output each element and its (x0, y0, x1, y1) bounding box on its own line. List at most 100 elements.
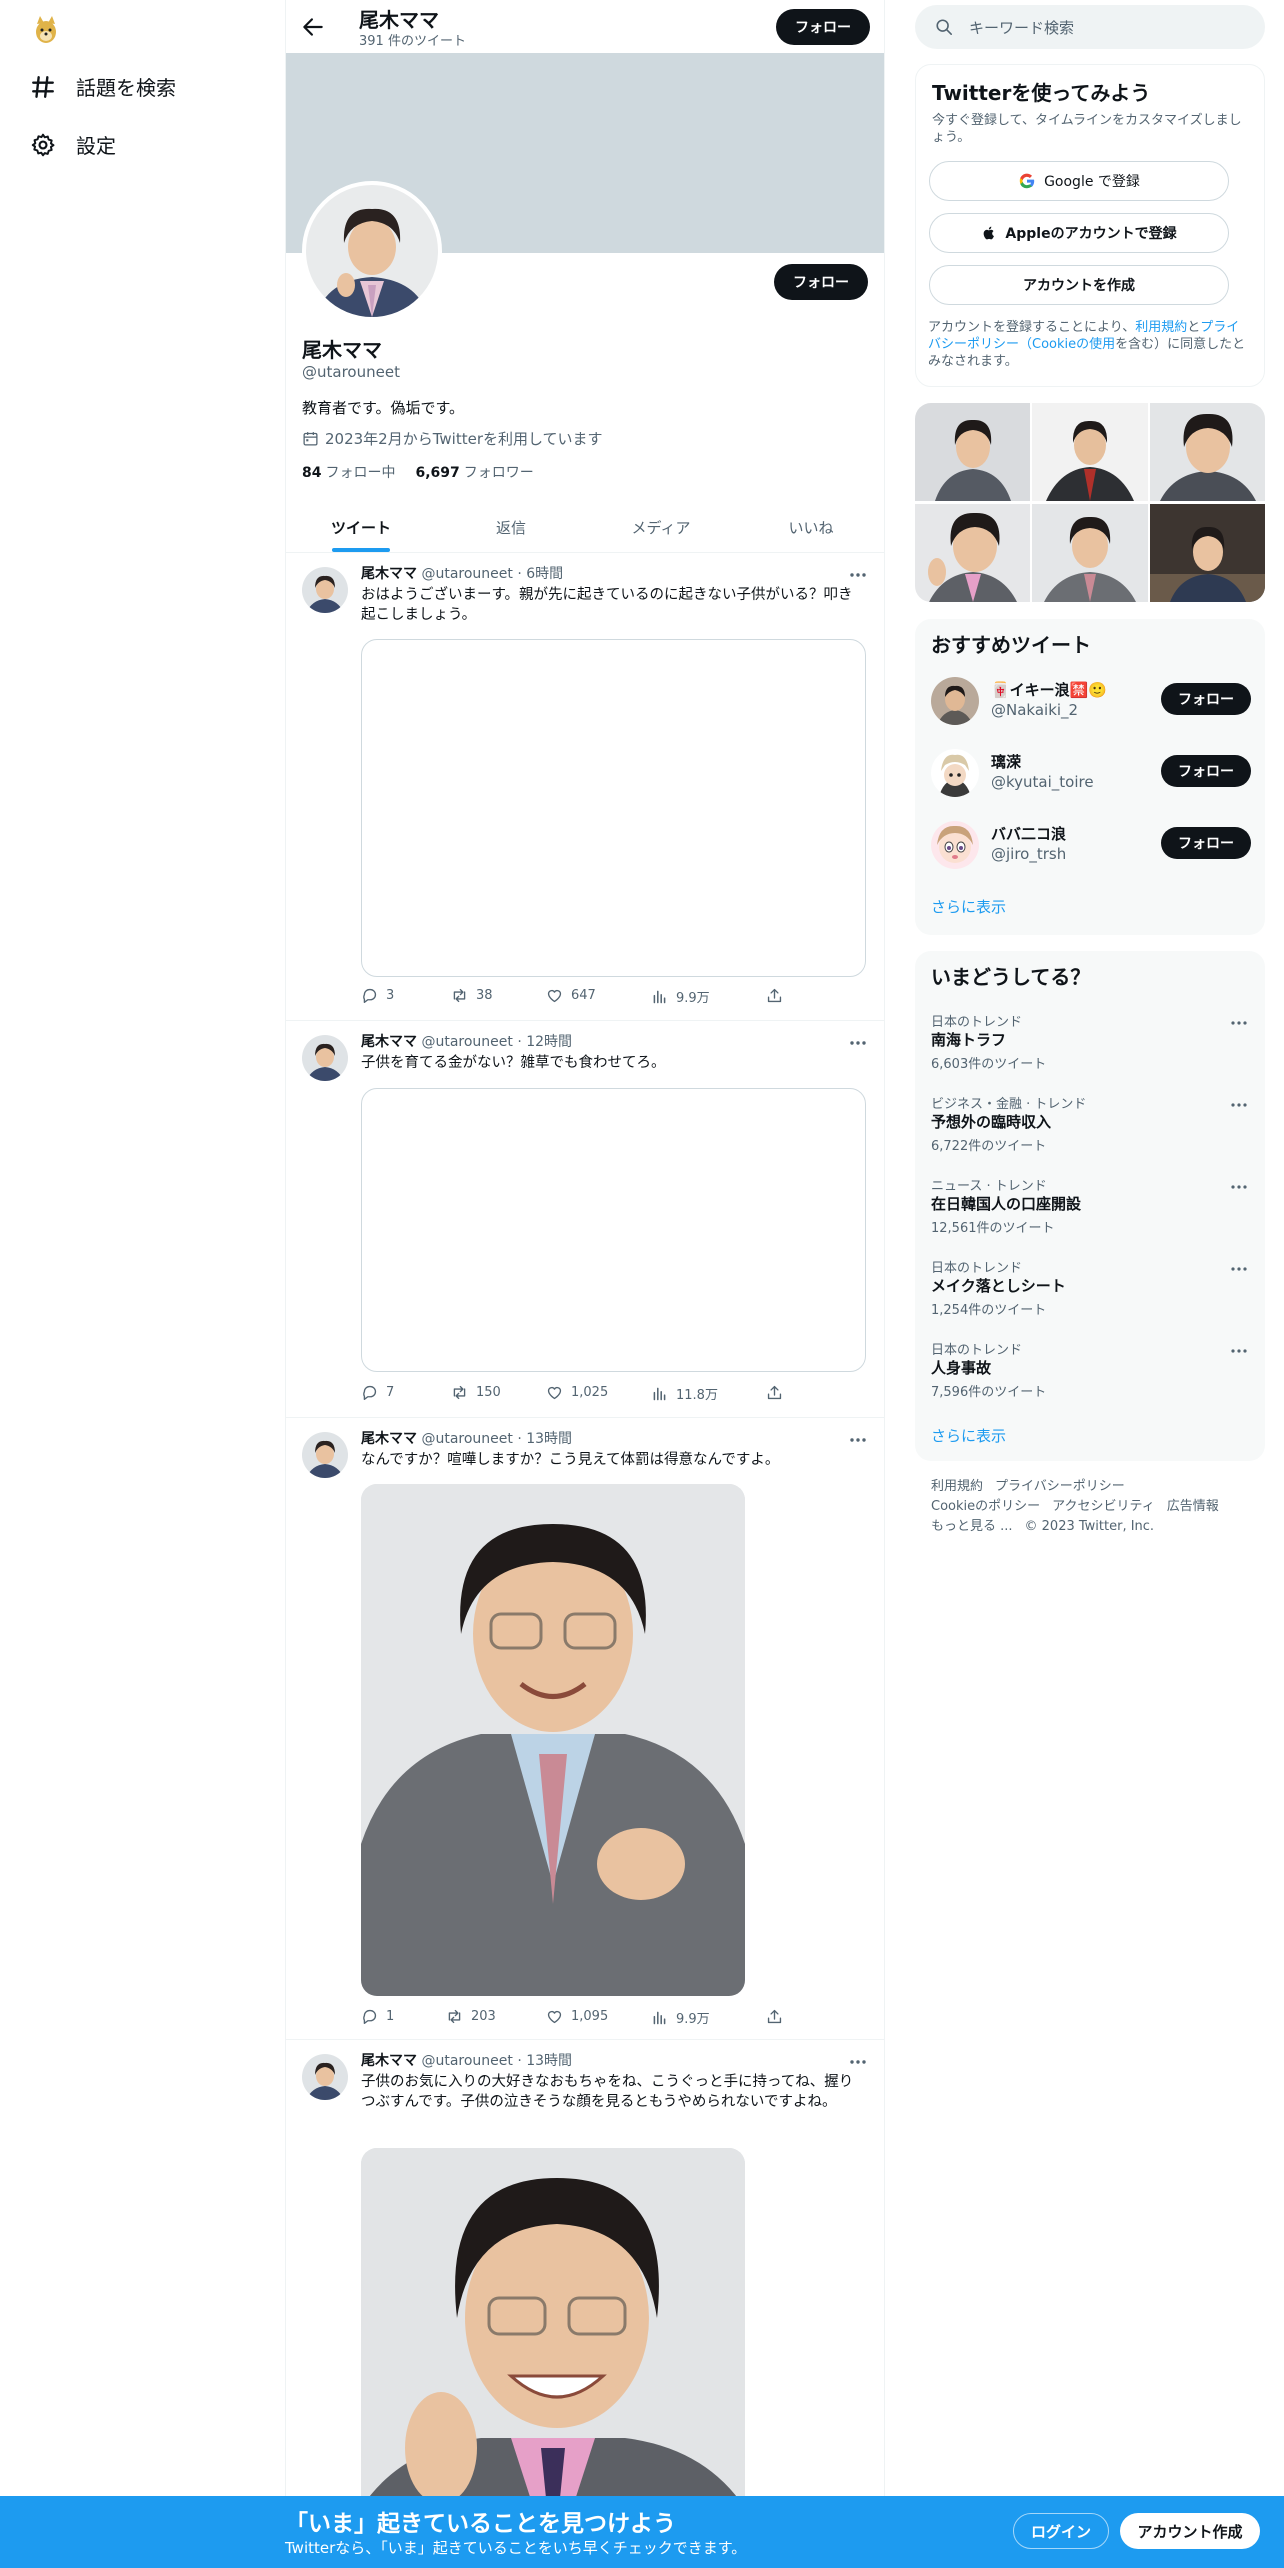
tweet[interactable]: 尾木ママ @utarouneet · 13時間 子供のお気に入りの大好きなおもち… (286, 2040, 884, 2568)
tweet[interactable]: 尾木ママ @utarouneet · 13時間 なんですか？喧嘩しますか？こう見… (286, 1418, 884, 2040)
views-button[interactable]: 9.9万 (651, 2008, 710, 2027)
footer-cookie-link[interactable]: Cookieのポリシー (931, 1499, 1040, 1514)
footer-terms-link[interactable]: 利用規約 (931, 1479, 983, 1494)
tweet-author-name[interactable]: 尾木ママ (361, 1034, 417, 1050)
tweet-header: 尾木ママ @utarouneet · 12時間 (361, 1031, 572, 1051)
more-options-icon[interactable] (848, 1033, 868, 1053)
tweet[interactable]: 尾木ママ @utarouneet · 6時間 おはようございまーす。親が先に起き… (286, 553, 884, 1021)
retweet-button[interactable]: 150 (451, 1384, 501, 1401)
tab-replies[interactable]: 返信 (436, 503, 586, 552)
tweet-photo[interactable] (361, 1484, 745, 1996)
tweet-author-name[interactable]: 尾木ママ (361, 566, 417, 582)
suggestion-follow-button[interactable]: フォロー (1161, 683, 1251, 715)
trend-item[interactable]: 日本のトレンド メイク落としシート 1,254件のツイート (931, 1257, 1249, 1337)
footer-ads-link[interactable]: 広告情報 (1167, 1499, 1219, 1514)
more-options-icon[interactable] (848, 1430, 868, 1450)
tweet-time[interactable]: 12時間 (526, 1034, 572, 1050)
footer-more-link[interactable]: もっと見る ... (931, 1519, 1013, 1534)
media-thumbnail[interactable] (1032, 503, 1148, 603)
back-arrow-icon[interactable] (300, 14, 326, 40)
tweet-media[interactable] (361, 1088, 866, 1372)
signup-button[interactable]: アカウント作成 (1120, 2513, 1260, 2549)
header-follow-button[interactable]: フォロー (776, 9, 870, 45)
follow-suggestion[interactable]: 璃溁 @kyutai_toire フォロー (931, 745, 1251, 801)
share-button[interactable] (766, 1384, 783, 1401)
reply-button[interactable]: 1 (361, 2008, 394, 2025)
reply-button[interactable]: 7 (361, 1384, 394, 1401)
retweet-button[interactable]: 203 (446, 2008, 496, 2025)
retweet-button[interactable]: 38 (451, 987, 493, 1004)
follow-suggestion[interactable]: ババ二コ浪 @jiro_trsh フォロー (931, 817, 1251, 873)
retweet-icon (451, 1384, 468, 1401)
more-options-icon[interactable] (1229, 1259, 1249, 1279)
trend-item[interactable]: 日本のトレンド 南海トラフ 6,603件のツイート (931, 1011, 1249, 1091)
site-logo-icon[interactable] (30, 14, 62, 46)
suggestion-avatar[interactable] (931, 821, 979, 869)
login-button[interactable]: ログイン (1013, 2513, 1109, 2549)
media-thumbnail[interactable] (1149, 403, 1265, 502)
tab-media[interactable]: メディア (586, 503, 736, 552)
footer-copyright: © 2023 Twitter, Inc. (1024, 1519, 1155, 1534)
suggestion-name: 璃溁 (991, 753, 1022, 771)
tweet-avatar[interactable] (302, 567, 348, 613)
tweet-avatar[interactable] (302, 1432, 348, 1478)
tweet-author-name[interactable]: 尾木ママ (361, 2053, 417, 2069)
more-options-icon[interactable] (1229, 1095, 1249, 1115)
tab-likes[interactable]: いいね (736, 503, 884, 552)
media-photo-grid (915, 403, 1265, 602)
tweet-time[interactable]: 6時間 (526, 566, 563, 582)
follow-suggestion[interactable]: 🀄イキー浪🈲🙂 @Nakaiki_2 フォロー (931, 673, 1251, 729)
trend-item[interactable]: ビジネス・金融 · トレンド 予想外の臨時収入 6,722件のツイート (931, 1093, 1249, 1173)
followers-link[interactable]: 6,697 フォロワー (415, 462, 533, 482)
apple-signup-button[interactable]: Appleのアカウントで登録 (929, 213, 1229, 253)
nav-settings[interactable]: 設定 (30, 130, 116, 159)
trend-item[interactable]: ニュース · トレンド 在日韓国人の口座開設 12,561件のツイート (931, 1175, 1249, 1255)
more-options-icon[interactable] (1229, 1341, 1249, 1361)
tweet-media[interactable] (361, 639, 866, 977)
share-button[interactable] (766, 987, 783, 1004)
trends-panel: いまどうしてる？ 日本のトレンド 南海トラフ 6,603件のツイート ビジネス・… (915, 951, 1265, 1461)
search-bar[interactable]: キーワード検索 (915, 5, 1265, 49)
apple-signup-label: Appleのアカウントで登録 (1005, 226, 1177, 242)
following-link[interactable]: 84 フォロー中 (302, 462, 395, 482)
media-thumbnail[interactable] (1032, 403, 1148, 502)
views-button[interactable]: 9.9万 (651, 987, 710, 1006)
views-button[interactable]: 11.8万 (651, 1384, 718, 1403)
profile-follow-button[interactable]: フォロー (774, 264, 868, 300)
more-options-icon[interactable] (848, 565, 868, 585)
create-account-button[interactable]: アカウントを作成 (929, 265, 1229, 305)
more-options-icon[interactable] (1229, 1177, 1249, 1197)
nav-explore[interactable]: 話題を検索 (30, 72, 176, 101)
tweet-avatar[interactable] (302, 1035, 348, 1081)
footer-privacy-link[interactable]: プライバシーポリシー (995, 1479, 1125, 1494)
footer-accessibility-link[interactable]: アクセシビリティ (1052, 1499, 1155, 1514)
like-button[interactable]: 1,095 (546, 2008, 608, 2025)
tweet[interactable]: 尾木ママ @utarouneet · 12時間 子供を育てる金がない？雑草でも食… (286, 1021, 884, 1418)
like-button[interactable]: 647 (546, 987, 596, 1004)
more-options-icon[interactable] (848, 2052, 868, 2072)
suggestion-follow-button[interactable]: フォロー (1161, 827, 1251, 859)
search-input[interactable]: キーワード検索 (969, 17, 1074, 38)
tweet-author-name[interactable]: 尾木ママ (361, 1431, 417, 1447)
trend-item[interactable]: 日本のトレンド 人身事故 7,596件のツイート (931, 1339, 1249, 1419)
who-to-follow-show-more[interactable]: さらに表示 (931, 896, 1006, 917)
more-options-icon[interactable] (1229, 1013, 1249, 1033)
tweet-time[interactable]: 13時間 (526, 2053, 572, 2069)
suggestion-avatar[interactable] (931, 749, 979, 797)
suggestion-follow-button[interactable]: フォロー (1161, 755, 1251, 787)
profile-avatar[interactable] (302, 181, 442, 321)
tweet-avatar[interactable] (302, 2054, 348, 2100)
media-thumbnail[interactable] (915, 403, 1031, 502)
media-thumbnail[interactable] (915, 503, 1031, 603)
trends-show-more[interactable]: さらに表示 (931, 1425, 1006, 1446)
like-button[interactable]: 1,025 (546, 1384, 608, 1401)
reply-button[interactable]: 3 (361, 987, 394, 1004)
share-button[interactable] (766, 2008, 783, 2025)
google-signup-button[interactable]: Google で登録 (929, 161, 1229, 201)
terms-link[interactable]: 利用規約 (1135, 320, 1187, 335)
tab-tweets[interactable]: ツイート (286, 503, 436, 552)
tweet-time[interactable]: 13時間 (526, 1431, 572, 1447)
views-count: 9.9万 (676, 2012, 710, 2027)
media-thumbnail[interactable] (1149, 503, 1265, 603)
suggestion-avatar[interactable] (931, 677, 979, 725)
